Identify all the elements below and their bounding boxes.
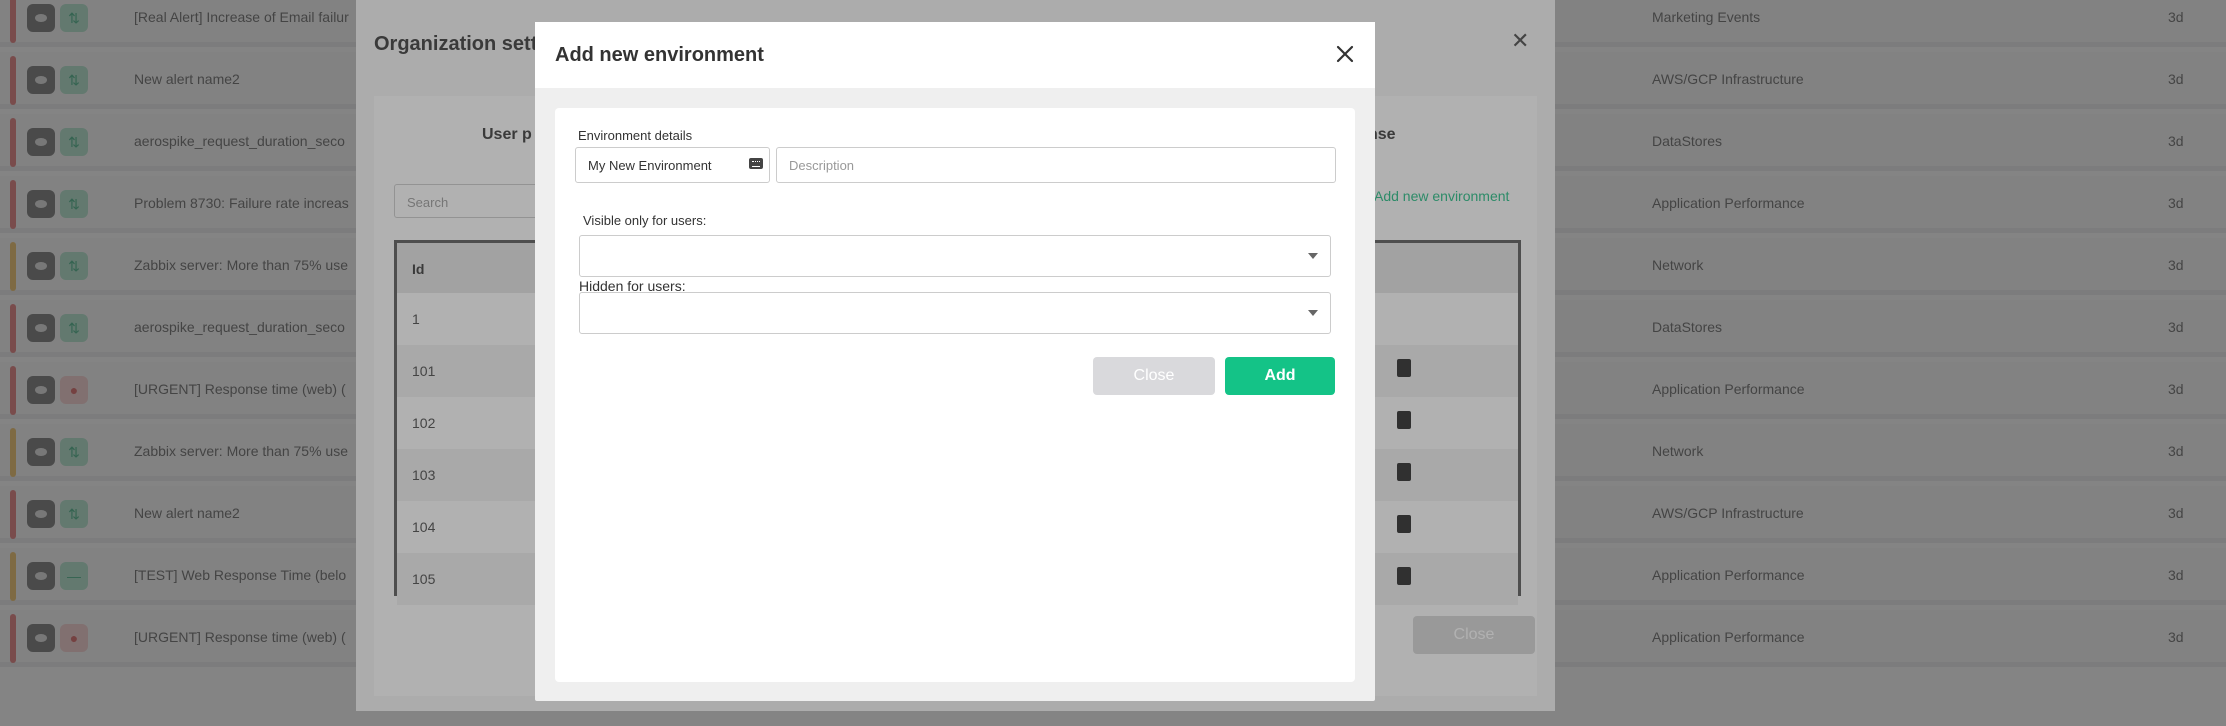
hidden-users-select[interactable] xyxy=(579,292,1331,334)
description-input[interactable] xyxy=(776,147,1336,183)
visible-users-label: Visible only for users: xyxy=(583,213,707,228)
environment-details-label: Environment details xyxy=(578,128,693,143)
keyboard-icon xyxy=(749,158,763,169)
add-button[interactable]: Add xyxy=(1225,357,1335,395)
modal-title: Add new environment xyxy=(555,44,764,66)
chevron-down-icon xyxy=(1308,310,1318,316)
modal-header: Add new environment xyxy=(535,22,1375,88)
visible-users-select[interactable] xyxy=(579,235,1331,277)
close-button[interactable]: Close xyxy=(1093,357,1215,395)
modal-body: Environment details Visible only for use… xyxy=(555,108,1355,682)
add-environment-modal: Add new environment Environment details … xyxy=(535,22,1375,701)
environment-name-input[interactable] xyxy=(575,147,770,183)
close-icon[interactable] xyxy=(1331,40,1359,68)
chevron-down-icon xyxy=(1308,253,1318,259)
